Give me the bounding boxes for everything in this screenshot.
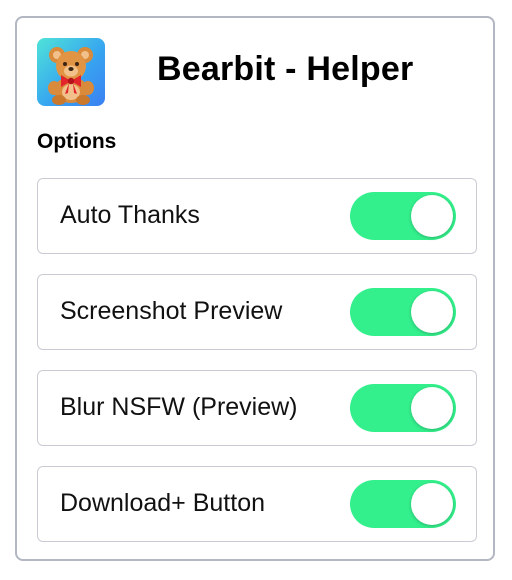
option-blur-nsfw: Blur NSFW (Preview)	[37, 370, 477, 446]
helper-panel: Bearbit - Helper Options Auto Thanks Scr…	[15, 16, 495, 561]
option-label: Download+ Button	[60, 489, 266, 517]
option-label: Blur NSFW (Preview)	[60, 393, 298, 421]
blur-nsfw-toggle[interactable]	[350, 384, 456, 432]
header: Bearbit - Helper	[37, 38, 473, 108]
download-button-toggle[interactable]	[350, 480, 456, 528]
auto-thanks-toggle[interactable]	[350, 192, 456, 240]
option-label: Auto Thanks	[60, 201, 200, 229]
option-download-button: Download+ Button	[37, 466, 477, 542]
options-heading: Options	[37, 130, 117, 153]
toggle-knob	[411, 483, 453, 525]
option-label: Screenshot Preview	[60, 297, 283, 325]
app-title: Bearbit - Helper	[157, 50, 414, 88]
teddy-bear-icon	[37, 38, 105, 106]
toggle-knob	[411, 291, 453, 333]
option-auto-thanks: Auto Thanks	[37, 178, 477, 254]
screenshot-preview-toggle[interactable]	[350, 288, 456, 336]
option-screenshot-preview: Screenshot Preview	[37, 274, 477, 350]
toggle-knob	[411, 195, 453, 237]
toggle-knob	[411, 387, 453, 429]
